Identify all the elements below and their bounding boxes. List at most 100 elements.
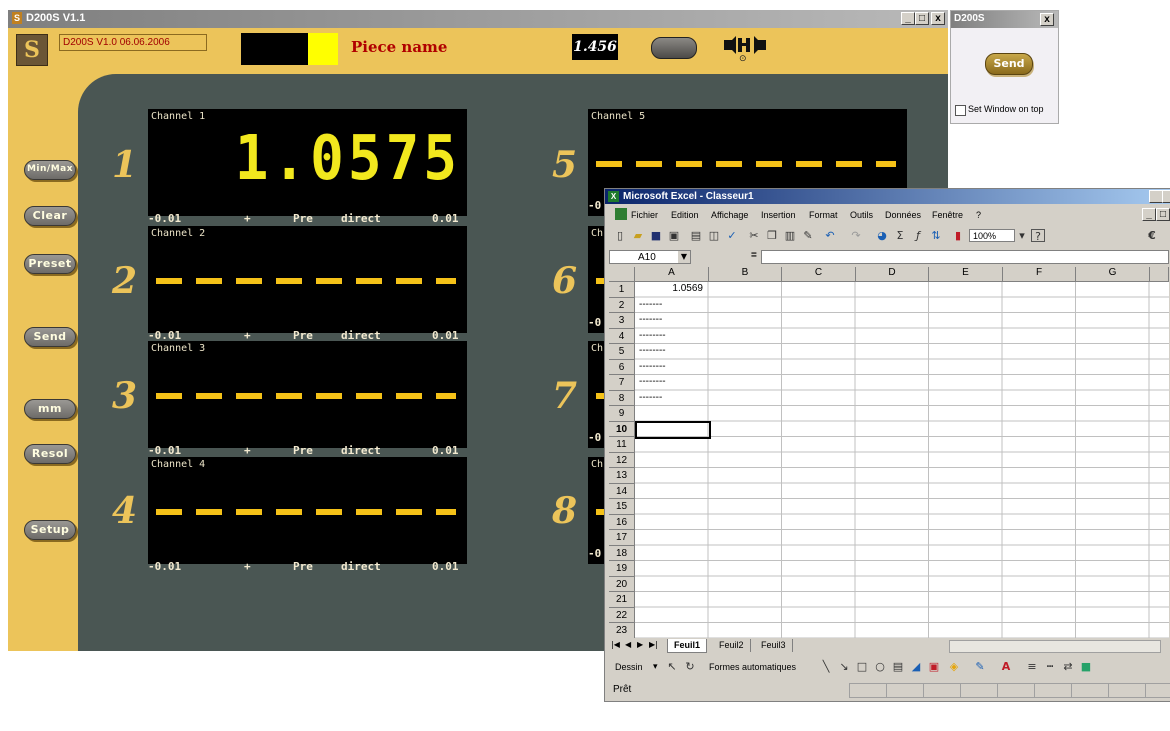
row-header[interactable]: 5 <box>609 344 635 360</box>
undo-icon[interactable]: ↶ <box>823 229 837 242</box>
fill-color-icon[interactable]: ◈ <box>947 660 961 673</box>
excel-maximize-button[interactable] <box>1162 190 1170 203</box>
new-icon[interactable]: ▯ <box>613 229 627 242</box>
menu-edition[interactable]: Edition <box>671 210 699 220</box>
clear-button[interactable]: Clear <box>24 206 76 226</box>
row-header[interactable]: 17 <box>609 530 635 546</box>
rotate-icon[interactable]: ↻ <box>683 660 697 673</box>
row-header[interactable]: 19 <box>609 561 635 577</box>
send-button[interactable]: Send <box>24 327 76 347</box>
row-header[interactable]: 7 <box>609 375 635 391</box>
row-header[interactable]: 9 <box>609 406 635 422</box>
paste-icon[interactable]: ▥ <box>783 229 797 242</box>
doc-minimize-button[interactable]: _ <box>1142 208 1156 221</box>
row-header[interactable]: 21 <box>609 592 635 608</box>
dialog-close-button[interactable]: x <box>1040 13 1054 26</box>
cell-a4[interactable]: -------- <box>639 330 666 341</box>
row-header[interactable]: 3 <box>609 313 635 329</box>
row-header[interactable]: 6 <box>609 359 635 375</box>
open-icon[interactable]: ▰ <box>631 229 645 242</box>
row-header[interactable]: 22 <box>609 607 635 623</box>
arrow-style-icon[interactable]: ⇄ <box>1061 660 1075 673</box>
line-color-icon[interactable]: ✎ <box>973 660 987 673</box>
diagram-icon[interactable]: ▣ <box>927 660 941 673</box>
arrow-icon[interactable]: ↘ <box>837 660 851 673</box>
min-max-button[interactable]: Min/Max <box>24 160 76 180</box>
column-header[interactable]: C <box>782 267 856 282</box>
shadow-icon[interactable]: ■ <box>1079 660 1093 673</box>
name-box[interactable]: A10 ▼ <box>609 250 691 264</box>
column-header[interactable]: A <box>635 267 709 282</box>
print-icon[interactable]: ▤ <box>689 229 703 242</box>
row-header[interactable]: 1 <box>609 282 635 298</box>
save-icon[interactable]: ■ <box>649 229 663 242</box>
active-cell-a10[interactable] <box>635 421 711 439</box>
row-header[interactable]: 14 <box>609 483 635 499</box>
spreadsheet-grid[interactable]: A B C D E F G 1 2 3 4 5 6 7 8 9 10 11 12 13 14 15 16 17 1… <box>609 267 1169 638</box>
sheet-tab-feuil1[interactable]: Feuil1 <box>667 639 708 653</box>
draw-menu[interactable]: Dessin <box>615 662 643 672</box>
chevron-down-icon[interactable]: ▾ <box>653 661 658 672</box>
close-button[interactable]: x <box>931 12 945 25</box>
column-header-partial[interactable] <box>1150 267 1169 282</box>
spell-icon[interactable]: ✓ <box>725 229 739 242</box>
menu-format[interactable]: Format <box>809 210 838 220</box>
menu-fichier[interactable]: Fichier <box>631 210 658 220</box>
sort-icon[interactable]: ⇅ <box>929 229 943 242</box>
resol-button[interactable]: Resol <box>24 444 76 464</box>
dialog-send-button[interactable]: Send <box>985 53 1033 75</box>
textbox-icon[interactable]: ▤ <box>891 660 905 673</box>
copy-icon[interactable]: ❐ <box>765 229 779 242</box>
rectangle-icon[interactable]: □ <box>855 660 869 673</box>
radio-dot-icon[interactable]: ⊙ <box>739 54 747 64</box>
permission-icon[interactable]: ▣ <box>667 229 681 242</box>
excel-minimize-button[interactable] <box>1149 190 1163 203</box>
cell-a5[interactable]: -------- <box>639 345 666 356</box>
menu-outils[interactable]: Outils <box>850 210 873 220</box>
euro-icon[interactable]: € <box>1145 229 1159 242</box>
select-pointer-icon[interactable]: ↖ <box>665 660 679 673</box>
cell-a6[interactable]: -------- <box>639 361 666 372</box>
column-header[interactable]: D <box>856 267 929 282</box>
row-header[interactable]: 11 <box>609 437 635 453</box>
row-header[interactable]: 18 <box>609 545 635 561</box>
cell-a2[interactable]: ------- <box>639 299 662 310</box>
row-header[interactable]: 4 <box>609 328 635 344</box>
menu-help[interactable]: ? <box>976 210 981 220</box>
ellipse-icon[interactable]: ○ <box>873 660 887 673</box>
sheet-tab-feuil3[interactable]: Feuil3 <box>755 639 793 652</box>
line-style-icon[interactable]: ≡ <box>1025 660 1039 673</box>
row-header[interactable]: 23 <box>609 623 635 638</box>
row-header[interactable]: 8 <box>609 390 635 406</box>
cell-a7[interactable]: -------- <box>639 376 666 387</box>
function-icon[interactable]: ƒ <box>911 229 925 242</box>
column-header[interactable]: B <box>709 267 782 282</box>
row-header[interactable]: 10 <box>609 421 635 437</box>
horizontal-scrollbar[interactable] <box>949 640 1161 653</box>
tab-scroll-next-icon[interactable]: ▶ <box>637 640 643 649</box>
column-header[interactable]: E <box>929 267 1003 282</box>
cell-a8[interactable]: ------- <box>639 392 662 403</box>
row-header[interactable]: 2 <box>609 297 635 313</box>
tab-scroll-prev-icon[interactable]: ◀ <box>625 640 631 649</box>
row-header[interactable]: 13 <box>609 468 635 484</box>
maximize-button[interactable]: □ <box>915 12 929 25</box>
help-icon[interactable]: ? <box>1031 229 1045 243</box>
capsule-button[interactable] <box>651 37 697 59</box>
font-color-icon[interactable]: A <box>999 660 1013 673</box>
set-on-top-checkbox[interactable] <box>955 105 966 116</box>
zoom-select[interactable]: 100% <box>969 229 1015 242</box>
preview-icon[interactable]: ◫ <box>707 229 721 242</box>
tab-scroll-first-icon[interactable]: |◀ <box>611 640 620 649</box>
line-icon[interactable]: ╲ <box>819 660 833 673</box>
row-header[interactable]: 20 <box>609 576 635 592</box>
wordart-icon[interactable]: ◢ <box>909 660 923 673</box>
chevron-down-icon[interactable]: ▼ <box>678 251 690 263</box>
dash-style-icon[interactable]: ┅ <box>1043 660 1057 673</box>
redo-icon[interactable]: ↷ <box>849 229 863 242</box>
tab-scroll-last-icon[interactable]: ▶| <box>649 640 658 649</box>
row-header[interactable]: 12 <box>609 452 635 468</box>
chevron-down-icon[interactable]: ▾ <box>1015 229 1029 242</box>
mm-button[interactable]: mm <box>24 399 76 419</box>
menu-insertion[interactable]: Insertion <box>761 210 796 220</box>
